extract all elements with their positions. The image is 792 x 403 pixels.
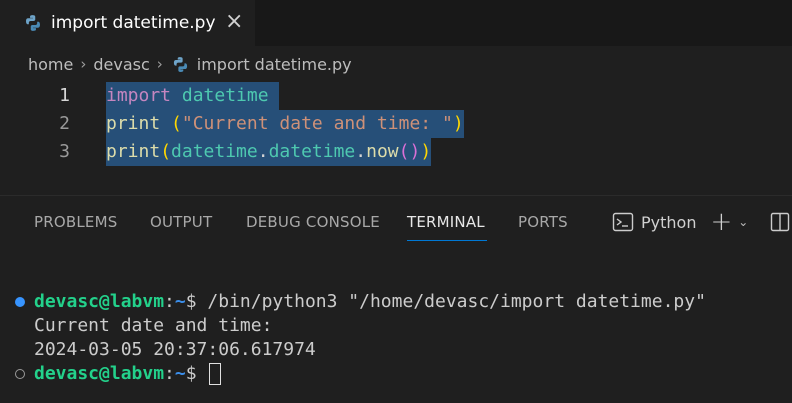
tab-output[interactable]: OUTPUT: [150, 213, 212, 231]
new-terminal-icon[interactable]: +: [710, 209, 732, 235]
code-line-content: print(datetime.datetime.now()): [106, 138, 432, 166]
prompt-user: devasc@labvm: [34, 291, 165, 312]
prompt-dollar: $: [185, 291, 197, 312]
class-name: datetime: [268, 141, 356, 162]
terminal-output-line: 2024-03-05 20:37:06.617974: [34, 339, 316, 360]
prompt-path: ~: [174, 363, 186, 384]
terminal-line: devasc@labvm:~$: [34, 362, 222, 386]
prompt-path: ~: [174, 291, 186, 312]
terminal-output-line: Current date and time:: [34, 315, 273, 336]
breadcrumb-separator: ›: [156, 55, 163, 73]
prompt-user: devasc@labvm: [34, 363, 165, 384]
module-name: datetime: [181, 85, 269, 106]
bracket: ): [420, 141, 432, 162]
command-decoration-icon[interactable]: [15, 369, 25, 379]
tab-debug-console[interactable]: DEBUG CONSOLE: [246, 213, 380, 231]
breadcrumb-item-devasc[interactable]: devasc: [93, 55, 149, 74]
tab-terminal[interactable]: TERMINAL: [407, 213, 485, 231]
prompt-dollar: $: [185, 363, 197, 384]
terminal-cursor: [209, 363, 222, 385]
keyword-import: import: [106, 85, 172, 106]
terminal-command: /bin/python3 "/home/devasc/import dateti…: [196, 291, 706, 312]
string-literal: "Current date and time: ": [181, 113, 453, 134]
breadcrumb-separator: ›: [80, 55, 87, 73]
code-editor[interactable]: 1 import datetime 2 print ("Current date…: [0, 80, 792, 195]
tab-ports[interactable]: PORTS: [518, 213, 568, 231]
split-terminal-icon[interactable]: [770, 212, 790, 232]
editor-tab-label: import datetime.py: [51, 13, 216, 33]
line-number: 1: [59, 85, 70, 106]
dot-operator: .: [355, 141, 367, 162]
code-line[interactable]: 1 import datetime: [0, 82, 792, 110]
code-line[interactable]: 2 print ("Current date and time: "): [0, 110, 792, 138]
panel-actions: Python + ⌄: [612, 205, 790, 239]
editor-tab-bar: import datetime.py ×: [0, 0, 792, 46]
breadcrumb-item-file[interactable]: import datetime.py: [197, 55, 352, 74]
editor-tab-import-datetime[interactable]: import datetime.py ×: [0, 0, 255, 46]
module-name: datetime: [171, 141, 258, 162]
bracket: (: [398, 141, 410, 162]
terminal-name[interactable]: Python: [641, 213, 696, 232]
method-now: now: [366, 141, 399, 162]
code-line-content: print ("Current date and time: "): [106, 110, 464, 138]
bracket: (: [171, 113, 182, 134]
prompt-colon: :: [164, 291, 175, 312]
active-tab-indicator: [407, 240, 487, 241]
python-file-icon: [26, 15, 40, 31]
function-print: print: [106, 113, 161, 134]
command-success-icon[interactable]: [15, 297, 25, 307]
breadcrumb: home › devasc › import datetime.py: [28, 52, 352, 76]
line-number: 3: [59, 141, 70, 162]
bracket: (: [160, 141, 172, 162]
line-number: 2: [59, 113, 70, 134]
panel-divider: [0, 195, 792, 196]
chevron-down-icon[interactable]: ⌄: [738, 215, 748, 229]
code-line-content: import datetime: [106, 82, 280, 110]
close-tab-icon[interactable]: ×: [225, 11, 243, 33]
dot-operator: .: [257, 141, 269, 162]
function-print: print: [106, 141, 161, 162]
prompt-colon: :: [164, 363, 175, 384]
breadcrumb-item-home[interactable]: home: [28, 55, 73, 74]
code-line[interactable]: 3 print(datetime.datetime.now()): [0, 138, 792, 166]
terminal-icon[interactable]: [612, 212, 634, 232]
terminal-line: devasc@labvm:~$ /bin/python3 "/home/deva…: [34, 290, 706, 314]
bracket: ): [452, 113, 464, 134]
tab-problems[interactable]: PROBLEMS: [34, 213, 117, 231]
bracket: ): [409, 141, 421, 162]
python-file-icon: [173, 56, 187, 72]
